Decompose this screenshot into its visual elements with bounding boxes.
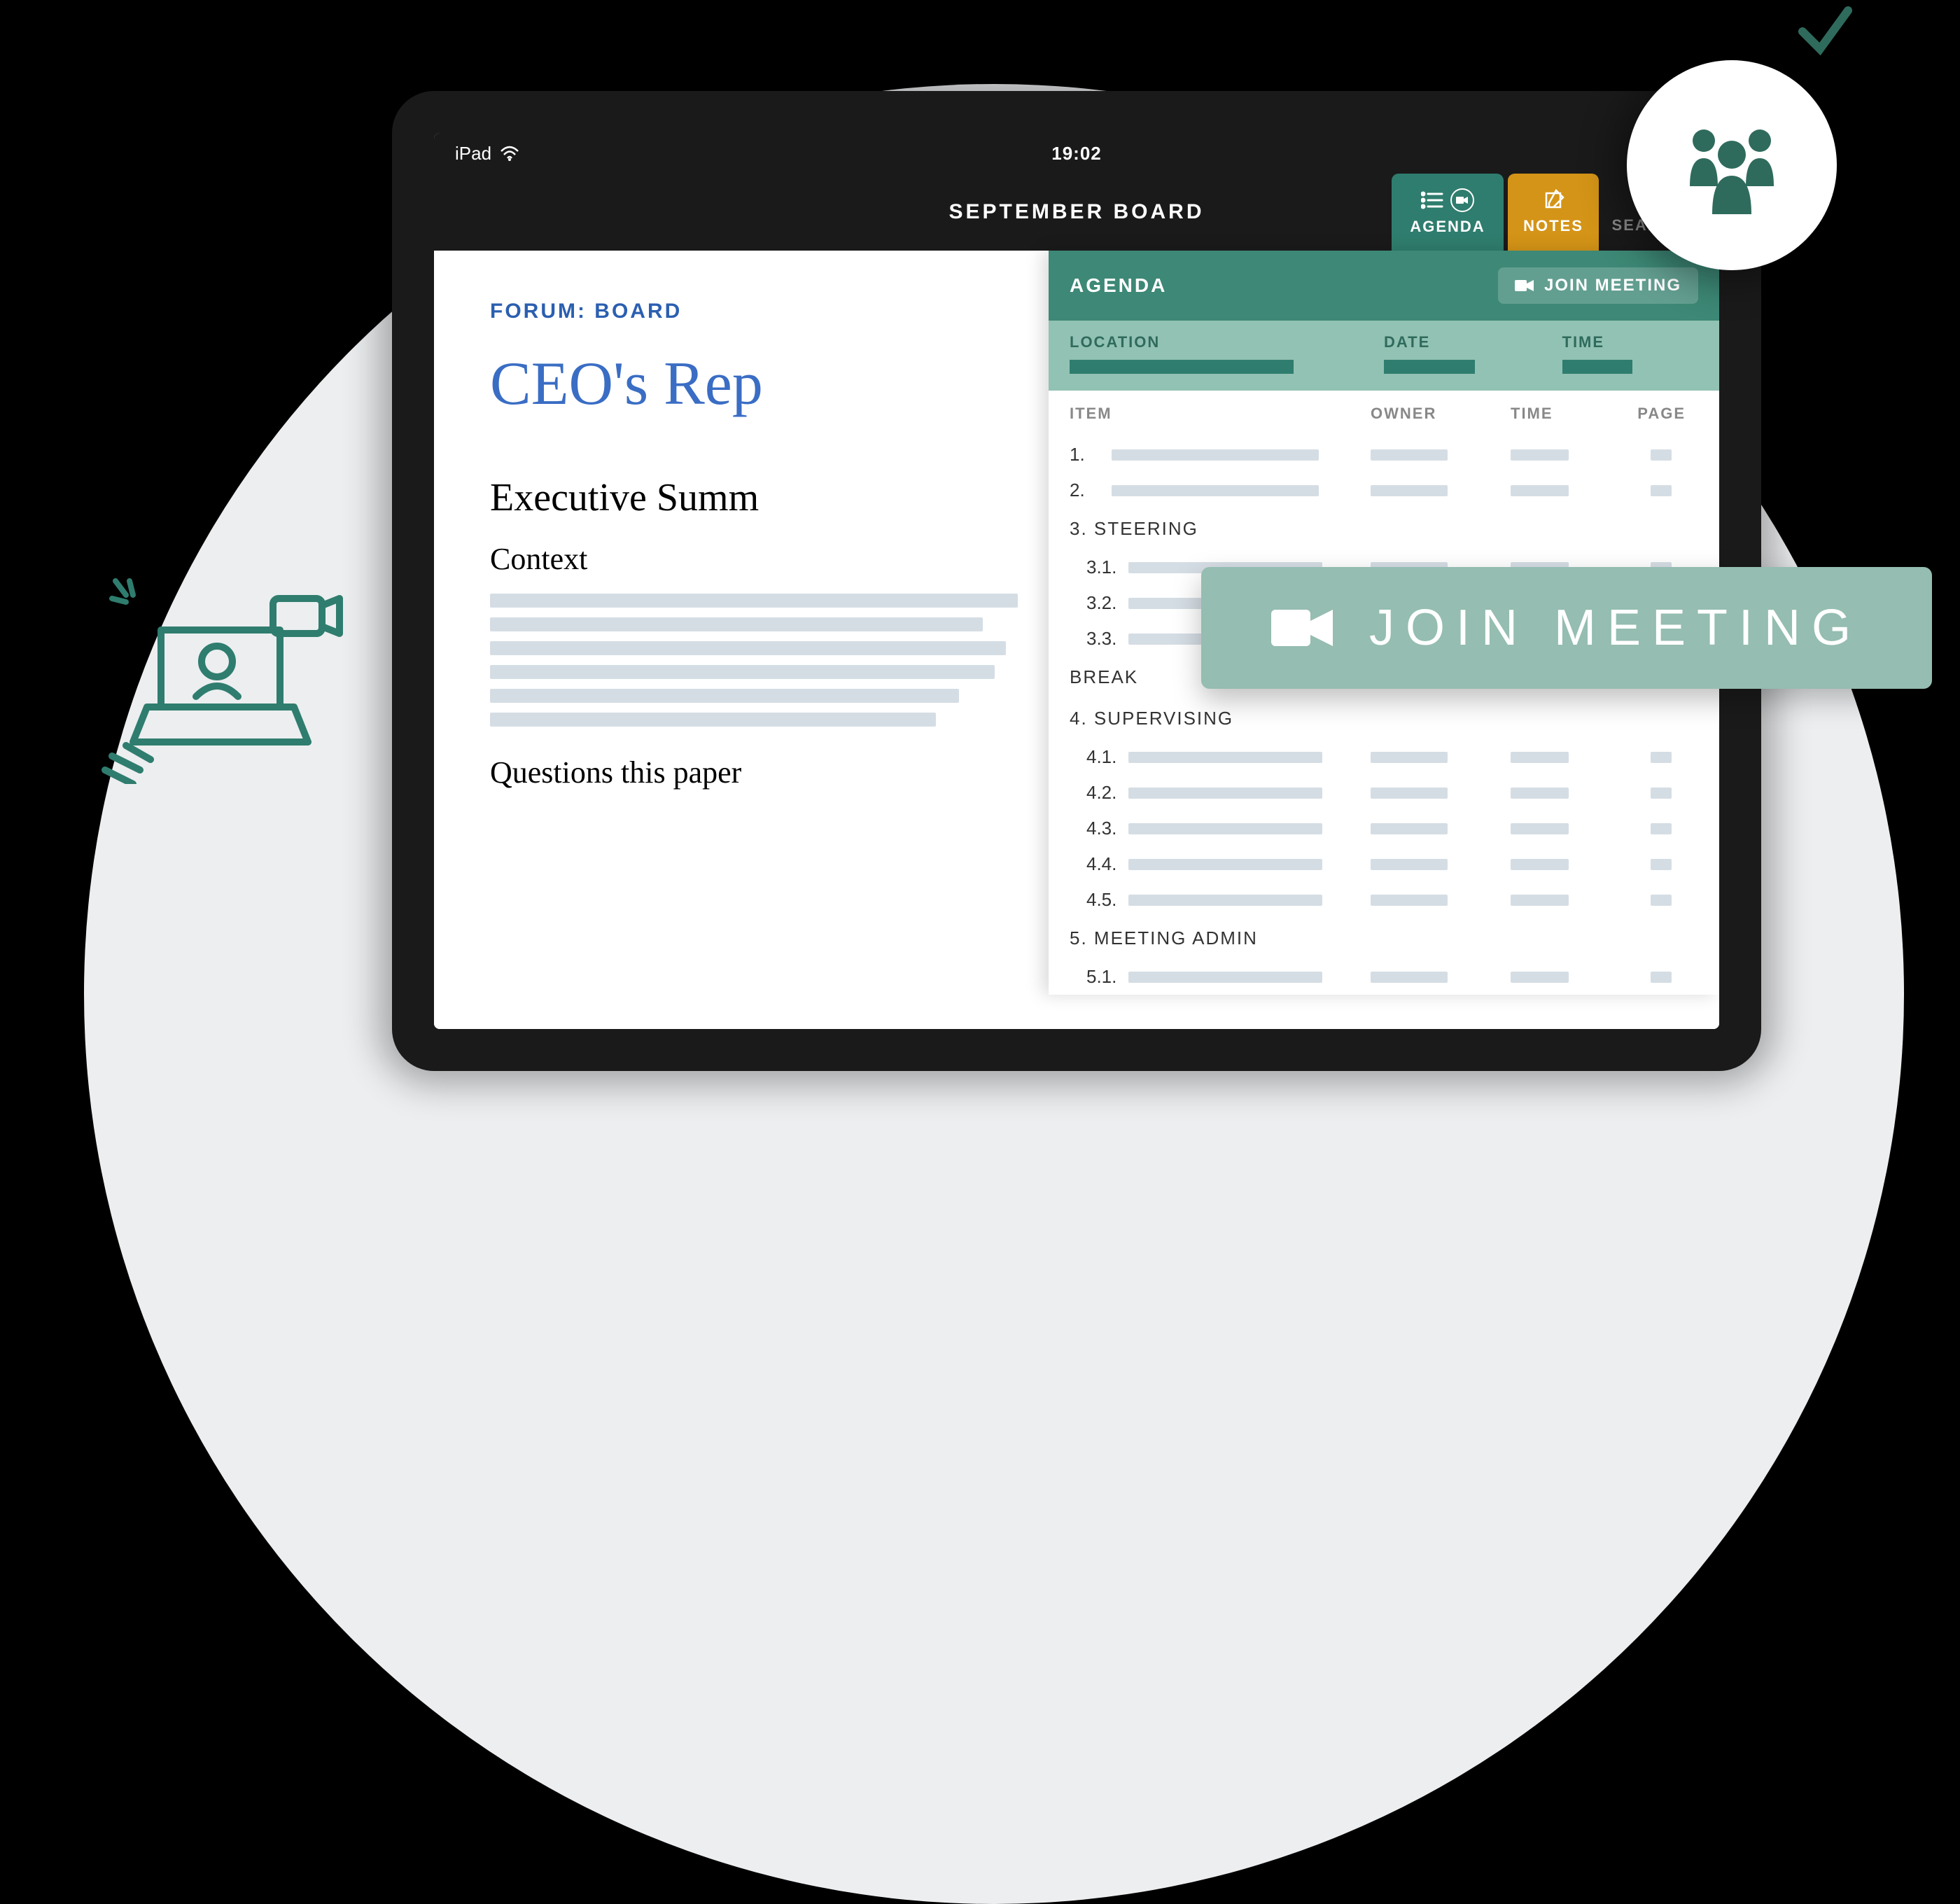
status-time: 19:02 [1051,143,1102,164]
tab-notes-label: NOTES [1523,217,1583,235]
video-icon [1271,606,1334,650]
people-icon [1669,102,1795,228]
agenda-item-time-placeholder [1511,823,1569,834]
status-bar: iPad 19:02 [434,133,1719,174]
join-meeting-button-floating[interactable]: JOIN MEETING [1201,567,1932,689]
agenda-item-title-placeholder [1128,823,1322,834]
agenda-item-row[interactable]: 4.3. [1070,811,1698,846]
agenda-item-time-placeholder [1511,485,1569,496]
agenda-item-row[interactable]: 5.1. [1070,959,1698,995]
app-title: SEPTEMBER BOARD [948,200,1204,224]
agenda-item-page-placeholder [1651,485,1672,496]
agenda-item-num: 4.4. [1086,853,1128,875]
people-badge[interactable] [1627,60,1837,270]
agenda-item-num: 3.3. [1086,628,1128,650]
agenda-item-page-placeholder [1651,895,1672,906]
agenda-item-row[interactable]: 4.1. [1070,739,1698,775]
agenda-item-owner-placeholder [1371,485,1448,496]
meta-time-value [1562,360,1632,374]
agenda-item-time-placeholder [1511,859,1569,870]
agenda-item-owner-placeholder [1371,972,1448,983]
agenda-section-heading[interactable]: 3. STEERING [1070,508,1698,550]
meta-location-value [1070,360,1294,374]
wifi-icon [500,146,519,161]
agenda-item-num: 4.3. [1086,818,1128,839]
agenda-item-owner-placeholder [1371,895,1448,906]
agenda-section-heading[interactable]: 5. MEETING ADMIN [1070,918,1698,959]
col-page: PAGE [1616,405,1686,423]
agenda-item-row[interactable]: 4.4. [1070,846,1698,882]
agenda-item-num: 4.1. [1086,746,1128,768]
agenda-item-num: 4.2. [1086,782,1128,804]
agenda-item-title-placeholder [1112,485,1319,496]
agenda-header: AGENDA JOIN MEETING [1049,251,1719,321]
agenda-item-time-placeholder [1511,972,1569,983]
meta-time-label: TIME [1562,333,1699,351]
agenda-item-time-placeholder [1511,788,1569,799]
agenda-meta: LOCATION DATE TIME [1049,321,1719,391]
join-meeting-label-floating: JOIN MEETING [1369,599,1862,657]
agenda-item-row[interactable]: 2. [1070,472,1698,508]
agenda-item-time-placeholder [1511,895,1569,906]
agenda-item-row[interactable]: 4.5. [1070,882,1698,918]
agenda-item-page-placeholder [1651,823,1672,834]
agenda-item-num: 4.5. [1086,889,1128,911]
agenda-item-page-placeholder [1651,449,1672,461]
meta-location-label: LOCATION [1070,333,1342,351]
agenda-item-row[interactable]: 4.2. [1070,775,1698,811]
agenda-item-title-placeholder [1128,788,1322,799]
meta-date-label: DATE [1384,333,1520,351]
col-item: ITEM [1070,405,1371,423]
agenda-item-num: 3.1. [1086,556,1128,578]
agenda-section-heading[interactable]: 4. SUPERVISING [1070,698,1698,739]
agenda-item-owner-placeholder [1371,823,1448,834]
agenda-column-headers: ITEM OWNER TIME PAGE [1049,391,1719,437]
agenda-item-owner-placeholder [1371,752,1448,763]
video-laptop-doodle [77,560,343,784]
join-meeting-label-small: JOIN MEETING [1544,276,1681,295]
device-label: iPad [455,143,491,164]
checkmark-icon [1792,0,1855,63]
tab-notes[interactable]: NOTES [1508,174,1599,251]
agenda-item-title-placeholder [1128,859,1322,870]
agenda-item-page-placeholder [1651,752,1672,763]
agenda-item-title-placeholder [1128,752,1322,763]
tab-agenda-label: AGENDA [1410,218,1485,236]
agenda-panel-title: AGENDA [1070,274,1167,297]
agenda-item-time-placeholder [1511,449,1569,461]
app-header: SEPTEMBER BOARD AGENDA NOTES [434,174,1719,251]
agenda-item-page-placeholder [1651,859,1672,870]
list-icon [1421,191,1443,209]
meta-date-value [1384,360,1475,374]
agenda-item-num: 1. [1070,444,1112,465]
agenda-item-num: 3.2. [1086,592,1128,614]
agenda-item-page-placeholder [1651,972,1672,983]
agenda-item-title-placeholder [1128,972,1322,983]
agenda-item-page-placeholder [1651,788,1672,799]
tab-agenda[interactable]: AGENDA [1392,174,1504,251]
agenda-item-owner-placeholder [1371,859,1448,870]
agenda-item-title-placeholder [1128,895,1322,906]
col-owner: OWNER [1371,405,1511,423]
col-time: TIME [1511,405,1616,423]
join-meeting-button-small[interactable]: JOIN MEETING [1498,267,1698,304]
agenda-item-owner-placeholder [1371,788,1448,799]
agenda-item-row[interactable]: 1. [1070,437,1698,472]
agenda-item-num: 2. [1070,479,1112,501]
video-badge-icon [1450,188,1474,212]
agenda-item-owner-placeholder [1371,449,1448,461]
agenda-item-time-placeholder [1511,752,1569,763]
agenda-item-title-placeholder [1112,449,1319,461]
video-icon [1515,279,1534,293]
agenda-item-num: 5.1. [1086,966,1128,988]
edit-icon [1542,189,1564,211]
agenda-list: 1.2.3. STEERING3.1.3.2.3.3.BREAK4. SUPER… [1049,437,1719,995]
